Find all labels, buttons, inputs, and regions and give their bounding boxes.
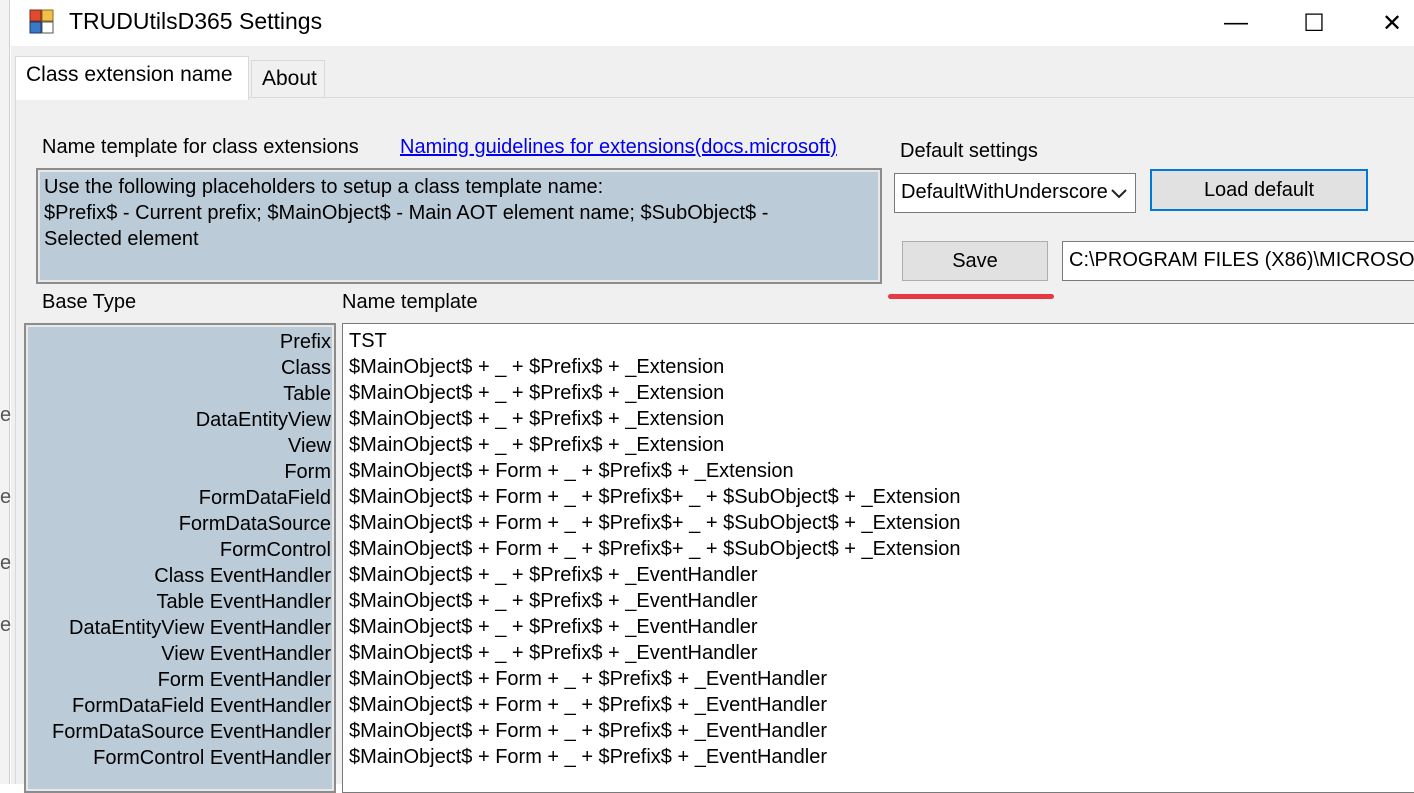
placeholder-description: Use the following placeholders to setup … — [36, 168, 882, 284]
background-window-edge: e e e e — [0, 0, 12, 784]
name-template-line[interactable]: $MainObject$ + _ + $Prefix$ + _Extension — [349, 432, 1414, 458]
name-template-line[interactable]: $MainObject$ + _ + $Prefix$ + _EventHand… — [349, 562, 1414, 588]
base-type-cell: DataEntityView EventHandler — [69, 617, 331, 639]
background-text-fragment: e — [0, 552, 12, 574]
background-text-fragment: e — [0, 404, 12, 426]
base-type-cell: FormDataField EventHandler — [72, 695, 331, 717]
base-type-cell: Prefix — [279, 331, 331, 353]
base-type-cell: Table EventHandler — [156, 591, 331, 613]
name-template-line[interactable]: $MainObject$ + _ + $Prefix$ + _EventHand… — [349, 614, 1414, 640]
background-text-fragment: e — [0, 614, 12, 636]
close-icon: ✕ — [1381, 9, 1403, 37]
name-template-line[interactable]: $MainObject$ + Form + _ + $Prefix$+ _ + … — [349, 484, 1414, 510]
tab-about[interactable]: About — [251, 60, 325, 98]
name-template-line[interactable]: $MainObject$ + _ + $Prefix$ + _Extension — [349, 406, 1414, 432]
base-type-cell: FormControl EventHandler — [93, 747, 331, 769]
default-settings-label: Default settings — [900, 140, 1038, 162]
base-type-cell: Table — [283, 383, 331, 405]
base-type-cell: Form EventHandler — [157, 669, 331, 691]
background-text-fragment: e — [0, 486, 12, 508]
base-type-column-header: Base Type — [42, 291, 137, 313]
minimize-icon: — — [1224, 9, 1248, 36]
base-type-cell: FormDataField — [198, 487, 331, 509]
default-settings-select[interactable]: DefaultWithUnderscore — [894, 173, 1136, 213]
maximize-icon: ☐ — [1303, 9, 1325, 37]
base-type-cell: DataEntityView — [195, 409, 331, 431]
naming-guidelines-link[interactable]: Naming guidelines for extensions(docs.mi… — [400, 136, 837, 159]
name-template-line[interactable]: $MainObject$ + Form + _ + $Prefix$ + _Ex… — [349, 458, 1414, 484]
base-type-list: Prefix Class Table DataEntityView View F… — [24, 323, 336, 793]
tab-page-class-extension-name: Name template for class extensions Namin… — [15, 97, 1414, 793]
name-template-line[interactable]: $MainObject$ + Form + _ + $Prefix$ + _Ev… — [349, 718, 1414, 744]
annotation-underline — [888, 294, 1054, 299]
name-template-line[interactable]: TST — [349, 328, 1414, 354]
default-settings-value: DefaultWithUnderscore — [901, 181, 1108, 203]
title-bar[interactable]: TRUDUtilsD365 Settings — ☐ ✕ — [11, 0, 1414, 46]
app-icon — [29, 9, 54, 34]
close-button[interactable]: ✕ — [1357, 0, 1414, 46]
load-default-button[interactable]: Load default — [1150, 169, 1368, 211]
name-template-line[interactable]: $MainObject$ + _ + $Prefix$ + _Extension — [349, 354, 1414, 380]
maximize-button[interactable]: ☐ — [1279, 0, 1349, 46]
name-template-label: Name template for class extensions — [42, 136, 359, 158]
path-field[interactable]: C:\PROGRAM FILES (X86)\MICROSOFT VISUAL … — [1062, 241, 1414, 281]
save-button[interactable]: Save — [902, 241, 1048, 281]
name-template-editor[interactable]: TST $MainObject$ + _ + $Prefix$ + _Exten… — [342, 323, 1414, 793]
name-template-line[interactable]: $MainObject$ + Form + _ + $Prefix$ + _Ev… — [349, 666, 1414, 692]
base-type-cell: FormControl — [219, 539, 331, 561]
description-line: Use the following placeholders to setup … — [44, 176, 604, 198]
tab-strip: Class extension name About — [15, 56, 1414, 100]
base-type-cell: Class — [280, 357, 331, 379]
name-template-line[interactable]: $MainObject$ + Form + _ + $Prefix$+ _ + … — [349, 536, 1414, 562]
base-type-cell: View EventHandler — [161, 643, 331, 665]
name-template-line[interactable]: $MainObject$ + _ + $Prefix$ + _Extension — [349, 380, 1414, 406]
description-line: Selected element — [44, 228, 199, 250]
description-line: $Prefix$ - Current prefix; $MainObject$ … — [44, 202, 769, 224]
base-type-cell: Form — [284, 461, 331, 483]
base-type-cell: Class EventHandler — [154, 565, 331, 587]
name-template-line[interactable]: $MainObject$ + _ + $Prefix$ + _EventHand… — [349, 588, 1414, 614]
base-type-cell: FormDataSource EventHandler — [51, 721, 331, 743]
name-template-line[interactable]: $MainObject$ + Form + _ + $Prefix$ + _Ev… — [349, 744, 1414, 770]
tab-class-extension-name[interactable]: Class extension name — [15, 56, 249, 100]
chevron-down-icon — [1107, 180, 1131, 206]
name-template-line[interactable]: $MainObject$ + Form + _ + $Prefix$+ _ + … — [349, 510, 1414, 536]
base-type-cell: View — [288, 435, 331, 457]
minimize-button[interactable]: — — [1201, 0, 1271, 46]
name-template-column-header: Name template — [342, 291, 478, 313]
window-title: TRUDUtilsD365 Settings — [69, 8, 323, 34]
base-type-cell: FormDataSource — [178, 513, 331, 535]
window-client-area: Class extension name About Name template… — [11, 46, 1414, 793]
name-template-line[interactable]: $MainObject$ + _ + $Prefix$ + _EventHand… — [349, 640, 1414, 666]
name-template-line[interactable]: $MainObject$ + Form + _ + $Prefix$ + _Ev… — [349, 692, 1414, 718]
